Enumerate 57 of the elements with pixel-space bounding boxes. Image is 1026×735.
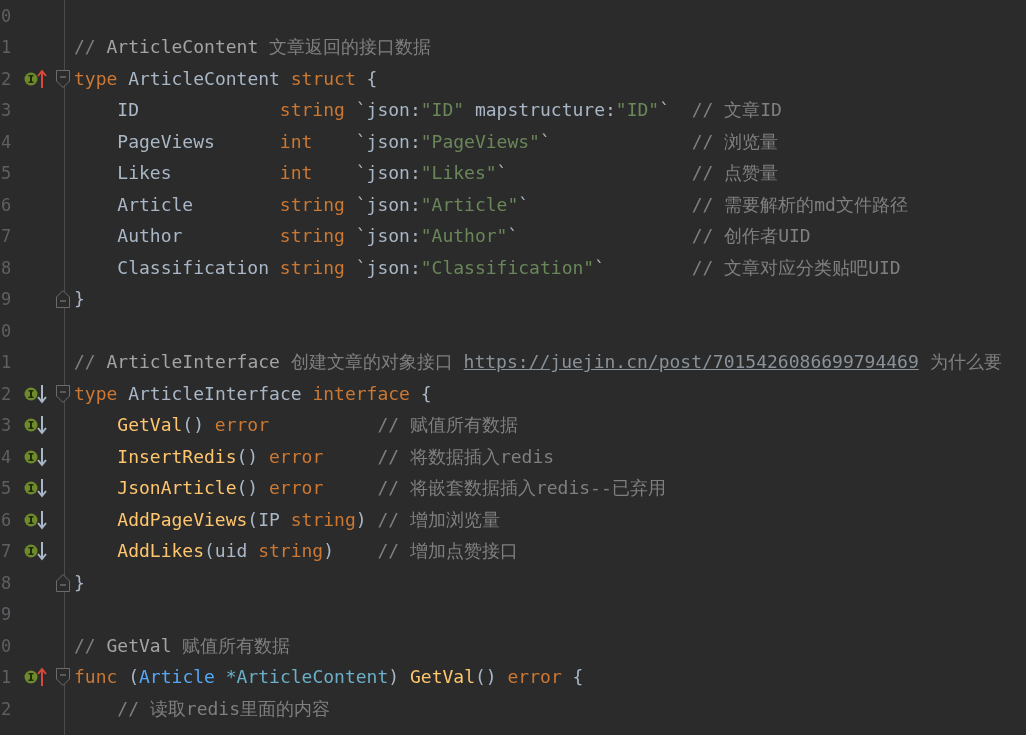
fold-collapse-icon[interactable] [56,384,70,403]
code-line: func (Article *ArticleContent) GetVal() error { [74,665,584,690]
line-number: 5 [1,478,12,499]
fold-collapse-icon[interactable] [56,668,70,687]
implementation-up-arrow-icon[interactable] [24,68,48,89]
line-number: 0 [1,5,12,26]
code-line: // 读取redis里面的内容 [117,696,330,721]
code-line: ID string `json:"ID" mapstructure:"ID"` // 文章ID [117,98,782,123]
code-line: // ArticleContent 文章返回的接口数据 [74,35,432,60]
implementation-down-arrow-icon[interactable] [24,478,48,499]
code-line: type ArticleContent struct { [74,66,378,91]
line-number: 3 [1,415,12,436]
line-number: 7 [1,541,12,562]
code-line: Author string `json:"Author"` // 创作者UID [117,224,811,249]
code-line: type ArticleInterface interface { [74,381,432,406]
line-number: 9 [1,289,12,310]
line-number: 4 [1,446,12,467]
implementation-down-arrow-icon[interactable] [24,541,48,562]
line-number: 4 [1,131,12,152]
line-number: 6 [1,509,12,530]
line-number: 8 [1,257,12,278]
code-line: GetVal() error // 赋值所有数据 [117,413,518,438]
fold-end-icon[interactable] [56,573,70,592]
fold-end-icon[interactable] [56,290,70,309]
code-line: Classification string `json:"Classification"` // 文章对应分类贴吧UID [117,255,901,280]
line-number: 6 [1,194,12,215]
code-line: PageViews int `json:"PageViews"` // 浏览量 [117,129,779,154]
code-line: AddPageViews(IP string) // 增加浏览量 [117,507,500,532]
code-line: Likes int `json:"Likes"` // 点赞量 [117,161,779,186]
code-line: Article string `json:"Article"` // 需要解析的md文件路径 [117,192,908,217]
code-line: } [74,570,85,595]
line-number: 7 [1,226,12,247]
code-line: InsertRedis() error // 将数据插入redis [117,444,555,469]
line-number: 2 [1,68,12,89]
line-number: 1 [1,37,12,58]
line-number: 2 [1,698,12,719]
line-number: 0 [1,320,12,341]
line-number: 8 [1,572,12,593]
code-line: // GetVal 赋值所有数据 [74,633,291,658]
code-line: } [74,287,85,312]
line-number: 0 [1,635,12,656]
implementation-down-arrow-icon[interactable] [24,509,48,530]
line-number: 3 [1,100,12,121]
code-line: AddLikes(uid string) // 增加点赞接口 [117,539,518,564]
code-line: // ArticleInterface 创建文章的对象接口 https://juejin.cn/post/7015426086699794469 为什么要 [74,350,1002,375]
implementation-down-arrow-icon[interactable] [24,383,48,404]
implementation-up-arrow-icon[interactable] [24,667,48,688]
line-number: 9 [1,604,12,625]
line-number: 2 [1,383,12,404]
line-number: 5 [1,163,12,184]
implementation-down-arrow-icon[interactable] [24,415,48,436]
line-number: 1 [1,352,12,373]
link[interactable]: https://juejin.cn/post/7015426086699794469 [463,351,919,373]
code-line: JsonArticle() error // 将嵌套数据插入redis--已弃用 [117,476,666,501]
line-number: 1 [1,667,12,688]
implementation-down-arrow-icon[interactable] [24,446,48,467]
fold-collapse-icon[interactable] [56,69,70,88]
